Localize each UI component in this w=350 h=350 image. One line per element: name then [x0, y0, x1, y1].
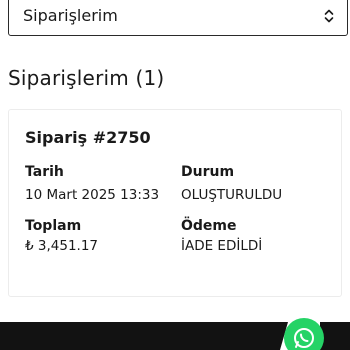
status-label: Durum — [181, 164, 235, 180]
total-value: ₺ 3,451.17 — [25, 238, 98, 254]
total-label: Toplam — [25, 218, 82, 234]
order-card[interactable]: Sipariş #2750 Tarih 10 Mart 2025 13:33 D… — [8, 109, 342, 297]
payment-value: İADE EDİLDİ — [181, 238, 263, 254]
page-title: Siparişlerim (1) — [8, 66, 165, 90]
payment-label: Ödeme — [181, 218, 237, 234]
order-number: Sipariş #2750 — [25, 128, 151, 147]
status-value: OLUŞTURULDU — [181, 187, 283, 203]
date-label: Tarih — [25, 164, 64, 180]
orders-menu-select[interactable]: Siparişlerim — [8, 0, 348, 36]
orders-menu-select-value: Siparişlerim — [23, 6, 118, 25]
date-value: 10 Mart 2025 13:33 — [25, 187, 160, 203]
whatsapp-icon[interactable] — [284, 318, 324, 350]
page: Siparişlerim Siparişlerim (1) Sipariş #2… — [0, 0, 350, 350]
chevron-up-down-icon — [323, 6, 335, 26]
